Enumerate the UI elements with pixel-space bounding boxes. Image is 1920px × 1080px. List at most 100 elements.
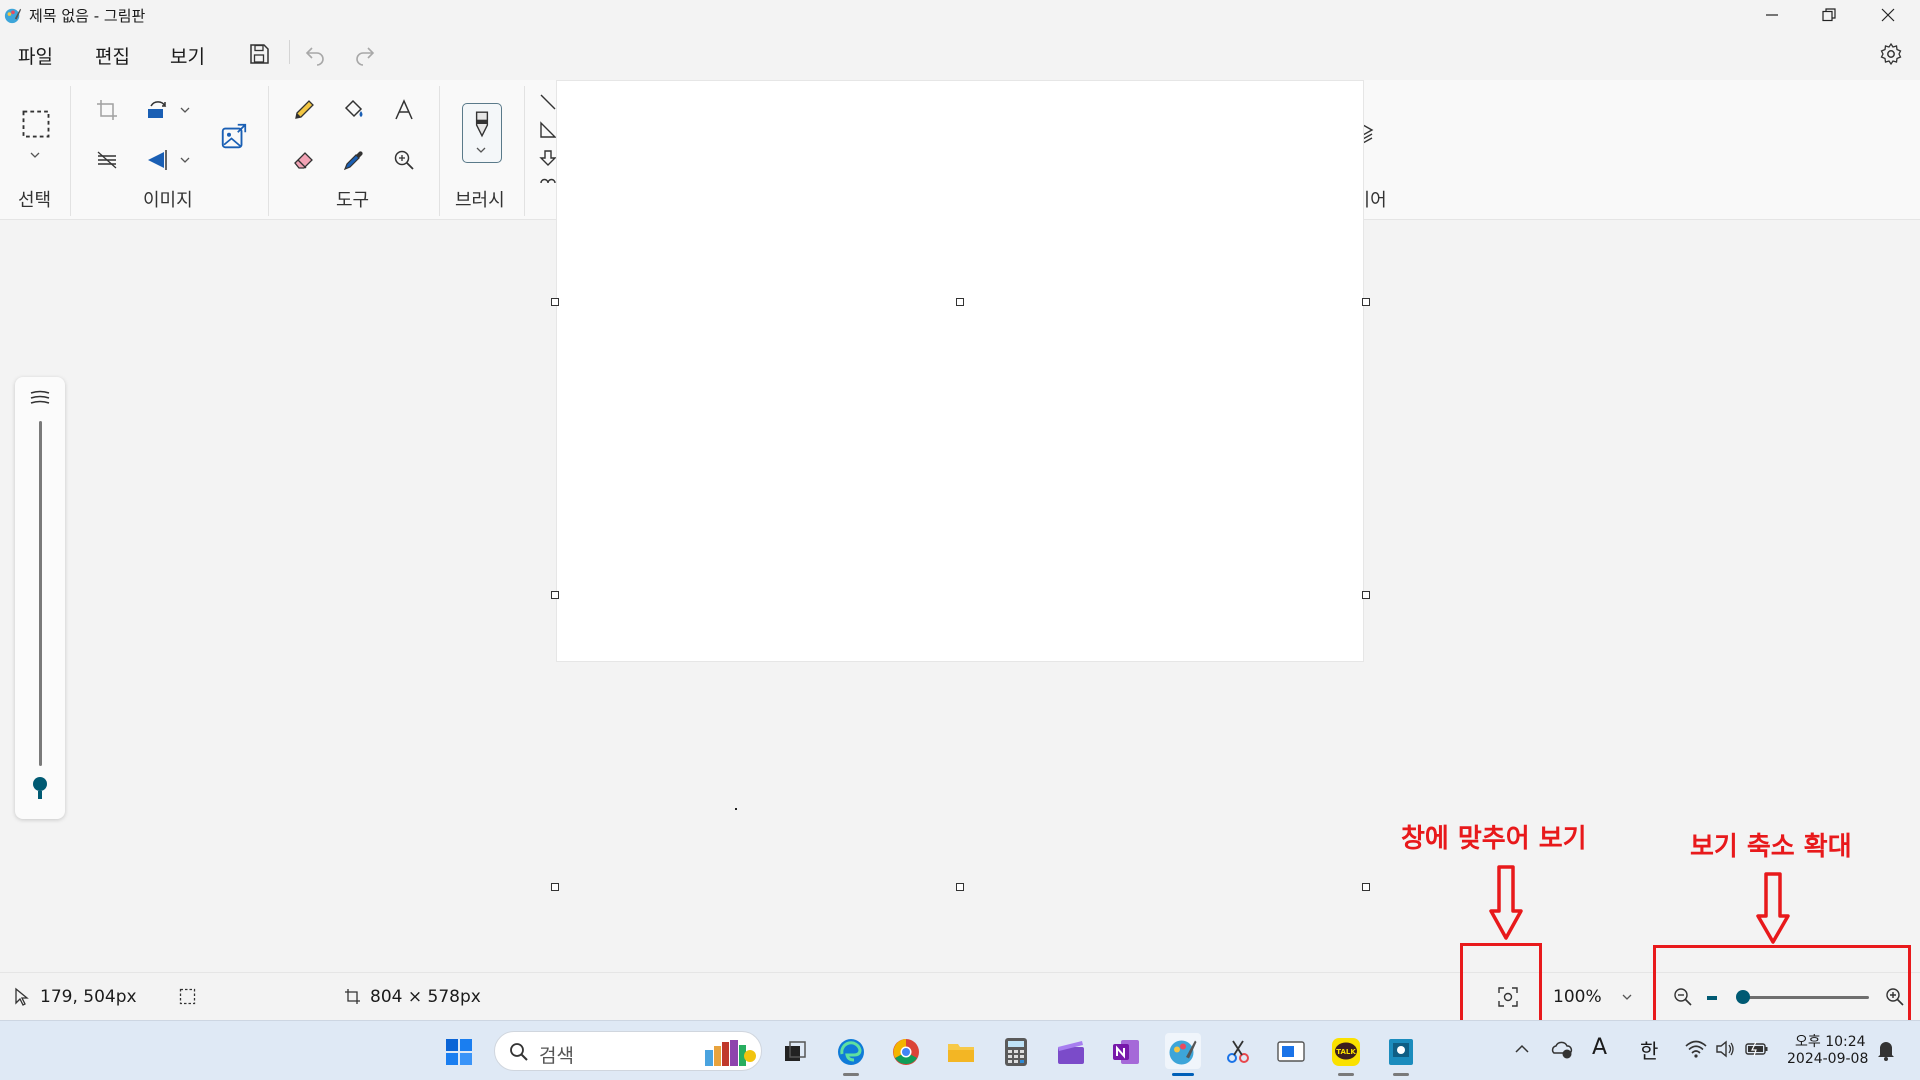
chevron-down-icon[interactable] — [29, 150, 41, 160]
task-view-button[interactable] — [779, 1036, 811, 1068]
window-title: 제목 없음 - 그림판 — [29, 6, 146, 25]
battery-charging-icon[interactable] — [1745, 1040, 1769, 1058]
rotate-icon — [148, 101, 167, 118]
wifi-icon[interactable] — [1685, 1039, 1707, 1059]
group-label-tools: 도구 — [336, 190, 370, 211]
magnifier-icon — [394, 150, 414, 170]
notification-bell-icon[interactable] — [1876, 1039, 1896, 1061]
taskbar-search-box[interactable]: 검색 — [494, 1031, 762, 1071]
eyedropper-icon — [343, 151, 363, 171]
brush-icon — [475, 111, 489, 138]
search-icon — [510, 1043, 528, 1061]
taskbar-onenote[interactable] — [1110, 1036, 1142, 1068]
edge-browser-icon — [838, 1039, 864, 1065]
save-icon[interactable] — [247, 42, 271, 66]
brush-size-slider-track[interactable] — [39, 421, 42, 766]
color-picker-tool[interactable] — [338, 144, 370, 176]
resize-handle-top[interactable] — [956, 298, 964, 306]
taskbar-kakaotalk[interactable]: TALK — [1330, 1036, 1362, 1068]
group-separator — [70, 86, 71, 216]
flip-icon — [148, 150, 167, 170]
redo-icon[interactable] — [353, 42, 377, 66]
app-tile-icon — [1389, 1039, 1413, 1065]
start-button[interactable] — [443, 1036, 475, 1068]
pencil-icon — [295, 100, 314, 119]
chrome-browser-icon — [893, 1039, 919, 1065]
resize-icon — [97, 151, 117, 169]
taskbar-app[interactable] — [1385, 1036, 1417, 1068]
menu-file[interactable]: 파일 — [18, 42, 53, 69]
undo-icon[interactable] — [303, 42, 327, 66]
folder-icon — [948, 1044, 974, 1062]
taskbar-paint[interactable] — [1165, 1033, 1201, 1069]
resize-handle-left[interactable] — [551, 591, 559, 599]
pencil-tool[interactable] — [288, 94, 320, 126]
text-a-icon — [395, 99, 413, 120]
image-creator-tool[interactable] — [216, 118, 252, 154]
remote-desktop-icon — [1277, 1041, 1305, 1062]
scissors-icon — [1227, 1040, 1249, 1063]
taskbar-file-explorer[interactable] — [945, 1036, 977, 1068]
drawing-canvas[interactable] — [556, 80, 1364, 662]
ime-language[interactable]: 한 — [1640, 1035, 1658, 1064]
menu-edit[interactable]: 편집 — [95, 42, 130, 69]
taskbar-snipping-tool[interactable] — [1222, 1036, 1254, 1068]
resize-tool[interactable] — [91, 144, 123, 176]
minimize-button[interactable] — [1744, 0, 1800, 30]
minimize-icon — [1766, 14, 1778, 16]
calculator-icon — [1005, 1038, 1027, 1066]
zoom-level-value: 100% — [1553, 987, 1602, 1007]
canvas-dot — [735, 808, 737, 810]
selection-size-icon — [179, 988, 196, 1005]
magnifier-tool[interactable] — [388, 144, 420, 176]
running-indicator — [1393, 1073, 1409, 1076]
settings-gear-icon[interactable] — [1879, 42, 1903, 66]
resize-handle-top-right[interactable] — [1362, 298, 1370, 306]
search-highlight-books-icon — [705, 1040, 756, 1066]
taskbar: 검색 TALK A 한 오후 10:24 2024-09-08 — [0, 1020, 1920, 1080]
fill-tool[interactable] — [338, 94, 370, 126]
ime-mode-letter[interactable]: A — [1592, 1035, 1607, 1060]
taskbar-remote-desktop[interactable] — [1275, 1036, 1307, 1068]
clock-time[interactable]: 오후 10:24 — [1795, 1031, 1866, 1051]
brush-size-slider-thumb[interactable] — [33, 777, 47, 791]
menu-view[interactable]: 보기 — [170, 42, 205, 69]
status-bar: 179, 504px 804 × 578px 100% — [0, 972, 1920, 1020]
annotation-arrow-down-icon — [1489, 865, 1523, 940]
resize-handle-bottom[interactable] — [956, 883, 964, 891]
select-tool[interactable] — [18, 106, 54, 142]
brushes-button[interactable] — [462, 103, 502, 163]
chevron-down-icon[interactable] — [179, 155, 191, 165]
resize-handle-right[interactable] — [1362, 591, 1370, 599]
chevron-up-icon[interactable] — [1514, 1043, 1530, 1055]
resize-handle-bottom-left[interactable] — [551, 883, 559, 891]
cursor-position: 179, 504px — [40, 987, 137, 1007]
close-icon — [1881, 8, 1895, 22]
taskbar-edge[interactable] — [835, 1036, 867, 1068]
onenote-icon — [1113, 1040, 1139, 1064]
onedrive-icon[interactable] — [1550, 1038, 1574, 1060]
taskbar-calculator[interactable] — [1000, 1036, 1032, 1068]
crop-tool[interactable] — [91, 94, 123, 126]
volume-icon[interactable] — [1715, 1039, 1735, 1059]
chevron-down-icon[interactable] — [179, 105, 191, 115]
eraser-tool[interactable] — [288, 144, 320, 176]
restore-button[interactable] — [1801, 0, 1857, 30]
resize-handle-top-left[interactable] — [551, 298, 559, 306]
video-editor-icon — [1058, 1041, 1084, 1064]
close-button[interactable] — [1860, 0, 1916, 30]
brush-size-fill — [38, 791, 42, 799]
active-app-indicator — [1172, 1073, 1194, 1076]
rotate-tool[interactable] — [141, 94, 173, 126]
task-view-icon — [785, 1041, 806, 1061]
flip-tool[interactable] — [141, 144, 173, 176]
text-tool[interactable] — [388, 94, 420, 126]
title-bar: 제목 없음 - 그림판 — [0, 0, 1920, 30]
clock-date[interactable]: 2024-09-08 — [1787, 1051, 1868, 1067]
menu-bar: 파일 편집 보기 — [0, 34, 1920, 74]
zoom-level-dropdown[interactable]: 100% — [1543, 979, 1643, 1015]
taskbar-clipchamp[interactable] — [1055, 1036, 1087, 1068]
resize-handle-bottom-right[interactable] — [1362, 883, 1370, 891]
crop-icon — [97, 100, 117, 120]
taskbar-chrome[interactable] — [890, 1036, 922, 1068]
